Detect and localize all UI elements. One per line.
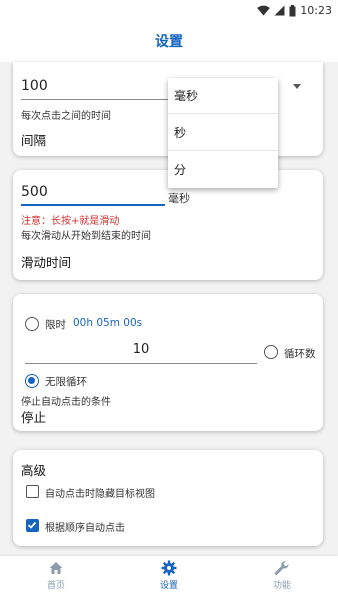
time-limit-value[interactable]: 00h 05m 00s	[73, 317, 142, 329]
cycle-count-label: 循环数	[284, 348, 316, 360]
interval-value: 100	[21, 78, 48, 94]
time-limit-label: 限时	[45, 319, 66, 331]
nav-item-features[interactable]: 功能	[226, 560, 338, 591]
stop-card: 限时 00h 05m 00s 10 循环数 无限循环 停止自动点击的条件 停止	[13, 294, 323, 431]
status-time: 10:23	[300, 4, 332, 17]
menu-item-seconds[interactable]: 秒	[168, 115, 278, 151]
page-title: 设置	[155, 34, 183, 50]
status-bar: 10:23	[0, 0, 338, 22]
battery-icon	[289, 4, 296, 16]
interval-helper: 每次点击之间的时间	[21, 111, 111, 122]
check-icon	[27, 521, 37, 529]
gear-icon	[161, 560, 177, 576]
wifi-icon	[257, 5, 271, 16]
bottom-navigation: 首页 设置 功能	[0, 556, 338, 600]
cycle-count-radio[interactable]	[264, 345, 278, 359]
hide-target-checkbox[interactable]	[26, 485, 39, 498]
advanced-card: 高级 自动点击时隐藏目标视图 根据顺序自动点击	[13, 450, 323, 546]
signal-icon	[274, 5, 285, 16]
interval-label: 间隔	[21, 133, 47, 148]
sequential-checkbox[interactable]	[26, 519, 39, 532]
time-limit-radio[interactable]	[25, 317, 39, 331]
advanced-title: 高级	[21, 463, 47, 478]
swipe-label: 滑动时间	[21, 255, 72, 270]
nav-item-settings[interactable]: 设置	[113, 560, 225, 591]
swipe-helper: 每次滑动从开始到结束的时间	[21, 231, 151, 242]
hide-target-label: 自动点击时隐藏目标视图	[45, 489, 155, 500]
cycle-count-value: 10	[132, 342, 150, 357]
infinite-loop-label: 无限循环	[45, 376, 87, 388]
stop-label: 停止	[21, 410, 47, 425]
swipe-warning: 注意：长按+就是滑动	[21, 216, 120, 227]
sequential-label: 根据顺序自动点击	[45, 523, 125, 534]
nav-label-home: 首页	[46, 581, 65, 591]
swipe-duration-input[interactable]: 500	[21, 184, 165, 206]
nav-item-home[interactable]: 首页	[0, 560, 112, 591]
status-icons: 10:23	[257, 4, 332, 17]
app-bar: 设置	[0, 22, 338, 62]
swipe-value: 500	[21, 184, 48, 200]
infinite-loop-radio[interactable]	[25, 374, 39, 388]
unit-dropdown-menu: 毫秒 秒 分	[168, 78, 278, 188]
swipe-unit[interactable]: 毫秒	[168, 190, 190, 206]
nav-label-features: 功能	[272, 581, 291, 591]
interval-input[interactable]: 100	[21, 78, 181, 100]
wrench-icon	[274, 561, 289, 575]
menu-item-minutes[interactable]: 分	[168, 152, 278, 188]
home-icon	[49, 562, 63, 574]
chevron-down-icon[interactable]	[293, 84, 301, 89]
nav-label-settings: 设置	[159, 581, 178, 591]
menu-item-milliseconds[interactable]: 毫秒	[168, 78, 278, 114]
cycle-count-input[interactable]: 10	[25, 342, 257, 364]
stop-helper: 停止自动点击的条件	[21, 397, 111, 408]
